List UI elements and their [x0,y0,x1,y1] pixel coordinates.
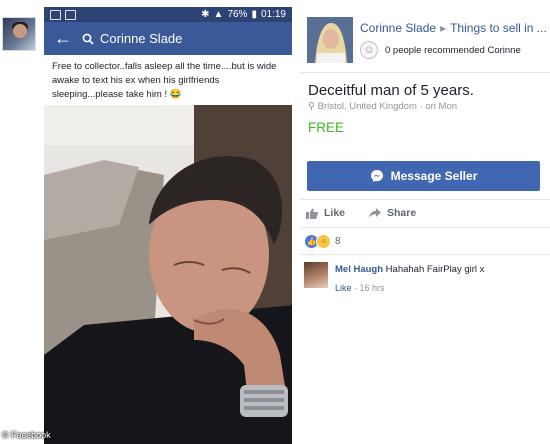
battery-icon: ▮ [251,9,257,20]
message-seller-label: Message Seller [390,169,478,183]
comment-meta: Like · 16 hrs [335,283,385,293]
listing-location: ⚲ Bristol, United Kingdom · on Mon [308,101,457,112]
gallery-notification-icon [50,9,61,20]
post-text: Free to collector..falls asleep all the … [52,61,277,100]
notification-icons [50,9,76,20]
search-icon [82,33,94,45]
back-arrow-icon[interactable]: ← [54,28,76,49]
seller-photo [307,17,353,63]
comment-author[interactable]: Mel Haugh [335,264,383,275]
share-button[interactable]: Share [369,207,416,219]
share-arrow-icon [369,208,382,218]
battery-percent: 76% [227,9,248,20]
divider [300,254,550,255]
bluetooth-icon: ✱ [201,9,210,20]
recommendation-row: ☺ 0 people recommended Corinne [360,41,521,59]
comment-text: Hahahah FairPlay girl x [385,264,485,275]
like-button[interactable]: Like [306,207,345,219]
divider [300,72,550,73]
clock: 01:19 [260,9,286,20]
location-pin-icon: ⚲ [308,101,315,112]
like-label: Like [324,207,346,219]
post-photo[interactable] [44,105,292,444]
breadcrumb-arrow-icon: ▸ [440,21,447,35]
category-link[interactable]: Things to sell in ... [450,21,547,35]
listing-title: Deceitful man of 5 years. [308,82,474,99]
reaction-count: 8 [335,236,341,247]
app-bar: ← Corinne Slade [44,22,292,55]
photo-credit: © Facebook [2,430,51,440]
android-status-bar: ✱ ▲ 76% ▮ 01:19 [44,7,292,22]
action-row: Like Share [306,207,416,219]
smiley-icon: ☺ [360,41,378,59]
sleeping-man-photo [44,105,292,444]
share-label: Share [387,207,417,219]
comment-like-link[interactable]: Like [335,283,352,293]
commenter-avatar[interactable] [304,262,328,288]
phone-screenshot: ✱ ▲ 76% ▮ 01:19 ← Corinne Slade Free to … [44,7,292,444]
thumbs-up-icon [306,208,318,219]
search-query: Corinne Slade [100,31,183,46]
comment-body: Mel Haugh Hahahah FairPlay girl x [335,264,550,275]
thumbnail-face [13,24,27,38]
reaction-summary[interactable]: 👍 ○ 8 [304,234,341,249]
messenger-icon [370,170,383,182]
divider [300,227,550,228]
message-seller-button[interactable]: Message Seller [307,161,540,191]
divider [300,199,550,200]
message-notification-icon [65,9,76,20]
wow-reaction-icon: ○ [316,234,331,249]
signal-icon: ▲ [213,9,224,20]
listing-panel: Corinne Slade ▸ Things to sell in ... ☺ 0 … [300,0,550,444]
seller-name-link[interactable]: Corinne Slade [360,21,436,35]
listing-price: FREE [308,120,345,135]
recommendation-text: 0 people recommended Corinne [385,44,521,56]
comment-time: 16 hrs [359,283,385,293]
seller-avatar[interactable] [307,17,353,63]
profile-thumbnail[interactable] [2,17,36,51]
location-text: Bristol, United Kingdom · on Mon [317,101,458,112]
seller-header: Corinne Slade ▸ Things to sell in ... [360,21,547,35]
search-bar[interactable]: Corinne Slade [82,31,182,46]
